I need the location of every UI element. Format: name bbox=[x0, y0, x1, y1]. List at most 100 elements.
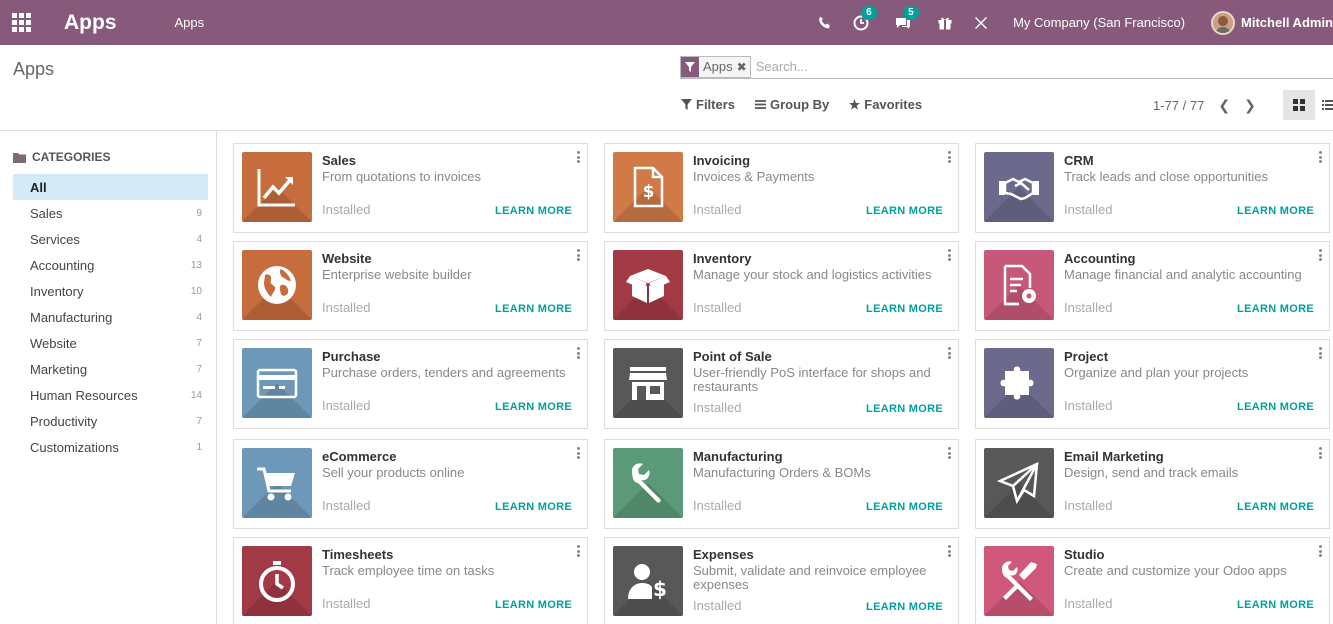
app-card-manufacturing[interactable]: Manufacturing Manufacturing Orders & BOM… bbox=[604, 439, 959, 529]
top-navbar: Apps Apps 6 5 My Company (San Francisco)… bbox=[0, 0, 1333, 45]
page-title: Apps bbox=[13, 59, 55, 79]
groupby-button[interactable]: Group By bbox=[755, 97, 829, 112]
card-menu-icon[interactable] bbox=[1319, 447, 1323, 459]
search-input[interactable] bbox=[755, 59, 1056, 74]
learn-more-button[interactable]: LEARN MORE bbox=[866, 601, 943, 613]
card-menu-icon[interactable] bbox=[577, 447, 581, 459]
user-dollar-icon: $ bbox=[613, 546, 683, 616]
app-switcher-icon[interactable] bbox=[12, 12, 32, 33]
app-card-sales[interactable]: Sales From quotations to invoices Instal… bbox=[233, 143, 588, 233]
app-card-timesheets[interactable]: Timesheets Track employee time on tasks … bbox=[233, 537, 588, 624]
learn-more-button[interactable]: LEARN MORE bbox=[866, 205, 943, 217]
pager-previous-icon[interactable]: ❮ bbox=[1218, 97, 1230, 114]
learn-more-button[interactable]: LEARN MORE bbox=[495, 205, 572, 217]
app-card-ecommerce[interactable]: eCommerce Sell your products online Inst… bbox=[233, 439, 588, 529]
learn-more-button[interactable]: LEARN MORE bbox=[1237, 401, 1314, 413]
category-marketing[interactable]: Marketing 7 bbox=[13, 356, 208, 382]
app-card-inventory[interactable]: Inventory Manage your stock and logistic… bbox=[604, 241, 959, 331]
card-menu-icon[interactable] bbox=[1319, 151, 1323, 163]
user-menu[interactable]: Mitchell Admin bbox=[1211, 10, 1333, 35]
category-all[interactable]: All bbox=[13, 174, 208, 200]
kanban-grid-icon bbox=[1293, 99, 1305, 111]
category-count: 13 bbox=[190, 259, 202, 271]
category-manufacturing[interactable]: Manufacturing 4 bbox=[13, 304, 208, 330]
app-name: Purchase bbox=[322, 349, 381, 364]
category-customizations[interactable]: Customizations 1 bbox=[13, 434, 208, 460]
app-card-studio[interactable]: Studio Create and customize your Odoo ap… bbox=[975, 537, 1330, 624]
favorites-button[interactable]: Favorites bbox=[849, 97, 922, 112]
filters-button[interactable]: Filters bbox=[681, 97, 735, 112]
list-view-button[interactable] bbox=[1318, 90, 1333, 120]
company-switcher[interactable]: My Company (San Francisco) bbox=[1013, 15, 1185, 30]
pager-next-icon[interactable]: ❯ bbox=[1244, 97, 1256, 114]
card-menu-icon[interactable] bbox=[948, 347, 952, 359]
category-label: Inventory bbox=[30, 283, 84, 299]
app-card-crm[interactable]: CRM Track leads and close opportunities … bbox=[975, 143, 1330, 233]
app-card-accounting[interactable]: Accounting Manage financial and analytic… bbox=[975, 241, 1330, 331]
learn-more-button[interactable]: LEARN MORE bbox=[1237, 303, 1314, 315]
app-card-point-of-sale[interactable]: Point of Sale User-friendly PoS interfac… bbox=[604, 339, 959, 429]
learn-more-button[interactable]: LEARN MORE bbox=[495, 501, 572, 513]
learn-more-button[interactable]: LEARN MORE bbox=[1237, 599, 1314, 611]
card-menu-icon[interactable] bbox=[577, 347, 581, 359]
activity-badge: 6 bbox=[861, 5, 877, 20]
category-services[interactable]: Services 4 bbox=[13, 226, 208, 252]
card-menu-icon[interactable] bbox=[948, 447, 952, 459]
app-name: Studio bbox=[1064, 547, 1105, 562]
learn-more-button[interactable]: LEARN MORE bbox=[866, 303, 943, 315]
card-menu-icon[interactable] bbox=[948, 151, 952, 163]
facet-remove-icon[interactable]: ✖ bbox=[737, 60, 750, 74]
category-sales[interactable]: Sales 9 bbox=[13, 200, 208, 226]
learn-more-button[interactable]: LEARN MORE bbox=[1237, 205, 1314, 217]
app-name: Website bbox=[322, 251, 372, 266]
category-website[interactable]: Website 7 bbox=[13, 330, 208, 356]
kanban-view-button[interactable] bbox=[1283, 90, 1315, 120]
card-menu-icon[interactable] bbox=[1319, 545, 1323, 557]
category-count: 4 bbox=[196, 233, 202, 245]
category-productivity[interactable]: Productivity 7 bbox=[13, 408, 208, 434]
nav-menu-apps[interactable]: Apps bbox=[175, 15, 205, 30]
card-menu-icon[interactable] bbox=[577, 151, 581, 163]
phone-icon[interactable] bbox=[815, 13, 835, 33]
gift-icon[interactable] bbox=[935, 13, 955, 33]
learn-more-button[interactable]: LEARN MORE bbox=[866, 403, 943, 415]
card-menu-icon[interactable] bbox=[1319, 249, 1323, 261]
card-menu-icon[interactable] bbox=[948, 545, 952, 557]
category-accounting[interactable]: Accounting 13 bbox=[13, 252, 208, 278]
app-status: Installed bbox=[693, 598, 742, 613]
learn-more-button[interactable]: LEARN MORE bbox=[495, 599, 572, 611]
learn-more-button[interactable]: LEARN MORE bbox=[495, 303, 572, 315]
app-card-purchase[interactable]: Purchase Purchase orders, tenders and ag… bbox=[233, 339, 588, 429]
card-menu-icon[interactable] bbox=[577, 545, 581, 557]
app-name: Accounting bbox=[1064, 251, 1136, 266]
category-count: 7 bbox=[196, 337, 202, 349]
learn-more-button[interactable]: LEARN MORE bbox=[1237, 501, 1314, 513]
filter-funnel-icon bbox=[681, 56, 699, 77]
card-menu-icon[interactable] bbox=[1319, 347, 1323, 359]
app-card-expenses[interactable]: $ Expenses Submit, validate and reinvoic… bbox=[604, 537, 959, 624]
debug-tools-icon[interactable] bbox=[971, 13, 991, 33]
control-panel: Apps Apps ✖ Filters Group By Favorites 1… bbox=[0, 45, 1333, 131]
app-status: Installed bbox=[322, 398, 371, 413]
paper-plane-icon bbox=[984, 448, 1054, 518]
card-menu-icon[interactable] bbox=[577, 249, 581, 261]
app-card-project[interactable]: Project Organize and plan your projects … bbox=[975, 339, 1330, 429]
activity-clock-icon[interactable]: 6 bbox=[851, 5, 877, 33]
app-status: Installed bbox=[1064, 398, 1113, 413]
user-name: Mitchell Admin bbox=[1241, 15, 1333, 30]
app-card-email-marketing[interactable]: Email Marketing Design, send and track e… bbox=[975, 439, 1330, 529]
category-count: 7 bbox=[196, 363, 202, 375]
messages-icon[interactable]: 5 bbox=[893, 5, 919, 33]
learn-more-button[interactable]: LEARN MORE bbox=[495, 401, 572, 413]
card-menu-icon[interactable] bbox=[948, 249, 952, 261]
learn-more-button[interactable]: LEARN MORE bbox=[866, 501, 943, 513]
category-human-resources[interactable]: Human Resources 14 bbox=[13, 382, 208, 408]
category-label: Manufacturing bbox=[30, 309, 113, 325]
box-icon bbox=[613, 250, 683, 320]
app-card-invoicing[interactable]: $ Invoicing Invoices & Payments Installe… bbox=[604, 143, 959, 233]
pager-value[interactable]: 1-77 / 77 bbox=[1153, 98, 1204, 113]
category-count: 7 bbox=[196, 415, 202, 427]
category-inventory[interactable]: Inventory 10 bbox=[13, 278, 208, 304]
app-card-website[interactable]: Website Enterprise website builder Insta… bbox=[233, 241, 588, 331]
pager: 1-77 / 77 ❮ ❯ bbox=[1153, 97, 1256, 114]
